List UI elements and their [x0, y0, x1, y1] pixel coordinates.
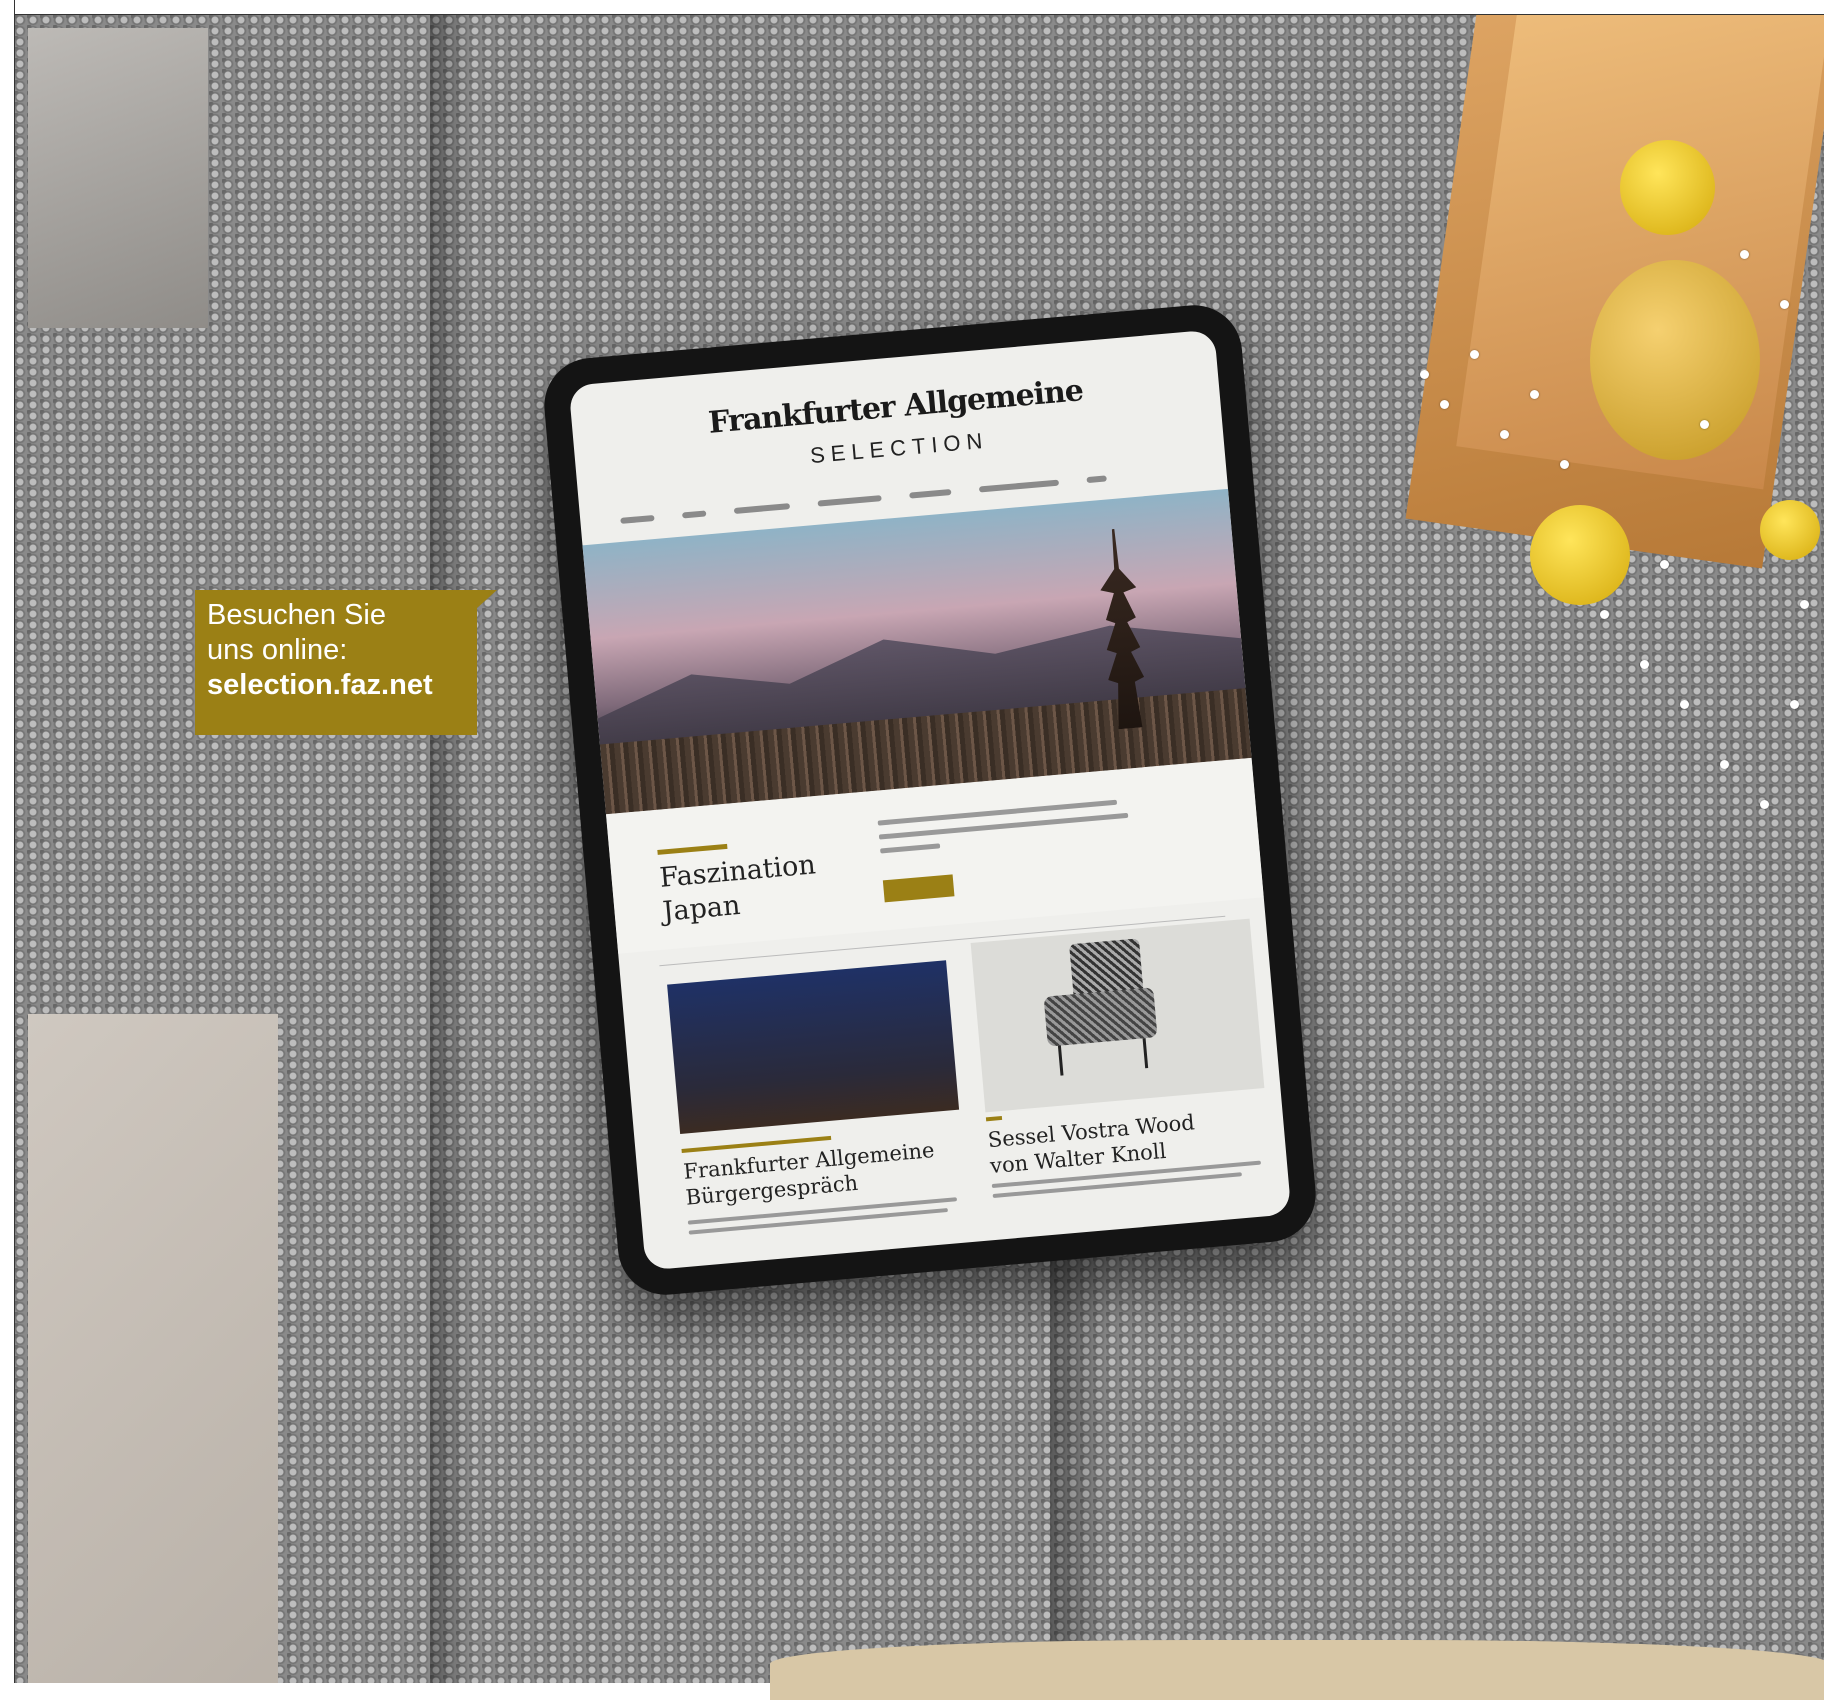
gypsophila-flower [1660, 560, 1669, 569]
gypsophila-flower [1600, 610, 1609, 619]
nav-item[interactable] [817, 495, 882, 507]
online-callout-box[interactable]: Besuchen Sie uns online: selection.faz.n… [195, 590, 497, 735]
gypsophila-flower [1640, 660, 1649, 669]
linen-cloth-top-left [28, 28, 208, 328]
border-top [0, 0, 1824, 15]
nav-item[interactable] [1086, 475, 1107, 484]
gypsophila-flower [1720, 760, 1729, 769]
gypsophila-flower [1470, 350, 1479, 359]
nav-item[interactable] [620, 514, 655, 524]
craspedia-flower [1620, 140, 1715, 235]
gypsophila-flower [1530, 390, 1539, 399]
gypsophila-flower [1500, 430, 1509, 439]
craspedia-flower [1530, 505, 1630, 605]
callout-url[interactable]: selection.faz.net [207, 668, 433, 702]
border-left [0, 0, 15, 1683]
beige-cloth-bottom [770, 1640, 1824, 1700]
gypsophila-flower [1740, 250, 1749, 259]
gypsophila-flower [1440, 400, 1449, 409]
callout-line-1: Besuchen Sie [207, 599, 386, 631]
gypsophila-flower [1560, 460, 1569, 469]
linen-cloth-bottom-left [28, 1014, 278, 1683]
decorative-egg [1590, 260, 1760, 460]
card-kicker [985, 1115, 1003, 1122]
chair-seat [1043, 987, 1158, 1047]
gypsophila-flower [1780, 300, 1789, 309]
gypsophila-flower [1790, 700, 1799, 709]
gypsophila-flower [1800, 600, 1809, 609]
card-image-discussion[interactable] [667, 960, 960, 1135]
gypsophila-flower [1760, 800, 1769, 809]
nav-item[interactable] [909, 488, 952, 499]
nav-item[interactable] [978, 479, 1060, 493]
blanket-fold [430, 14, 470, 1683]
card-title[interactable]: Sessel Vostra Wood von Walter Knoll [987, 1102, 1280, 1179]
nav-item[interactable] [733, 503, 791, 514]
callout-line-2: uns online: [207, 634, 348, 666]
tablet-screen: Frankfurter Allgemeine SELECTION Faszina… [568, 329, 1292, 1271]
craspedia-flower [1760, 500, 1820, 560]
gypsophila-flower [1700, 420, 1709, 429]
gypsophila-flower [1420, 370, 1429, 379]
gypsophila-flower [1680, 700, 1689, 709]
tablet-device: Frankfurter Allgemeine SELECTION Faszina… [540, 301, 1320, 1299]
nav-item[interactable] [682, 510, 707, 519]
